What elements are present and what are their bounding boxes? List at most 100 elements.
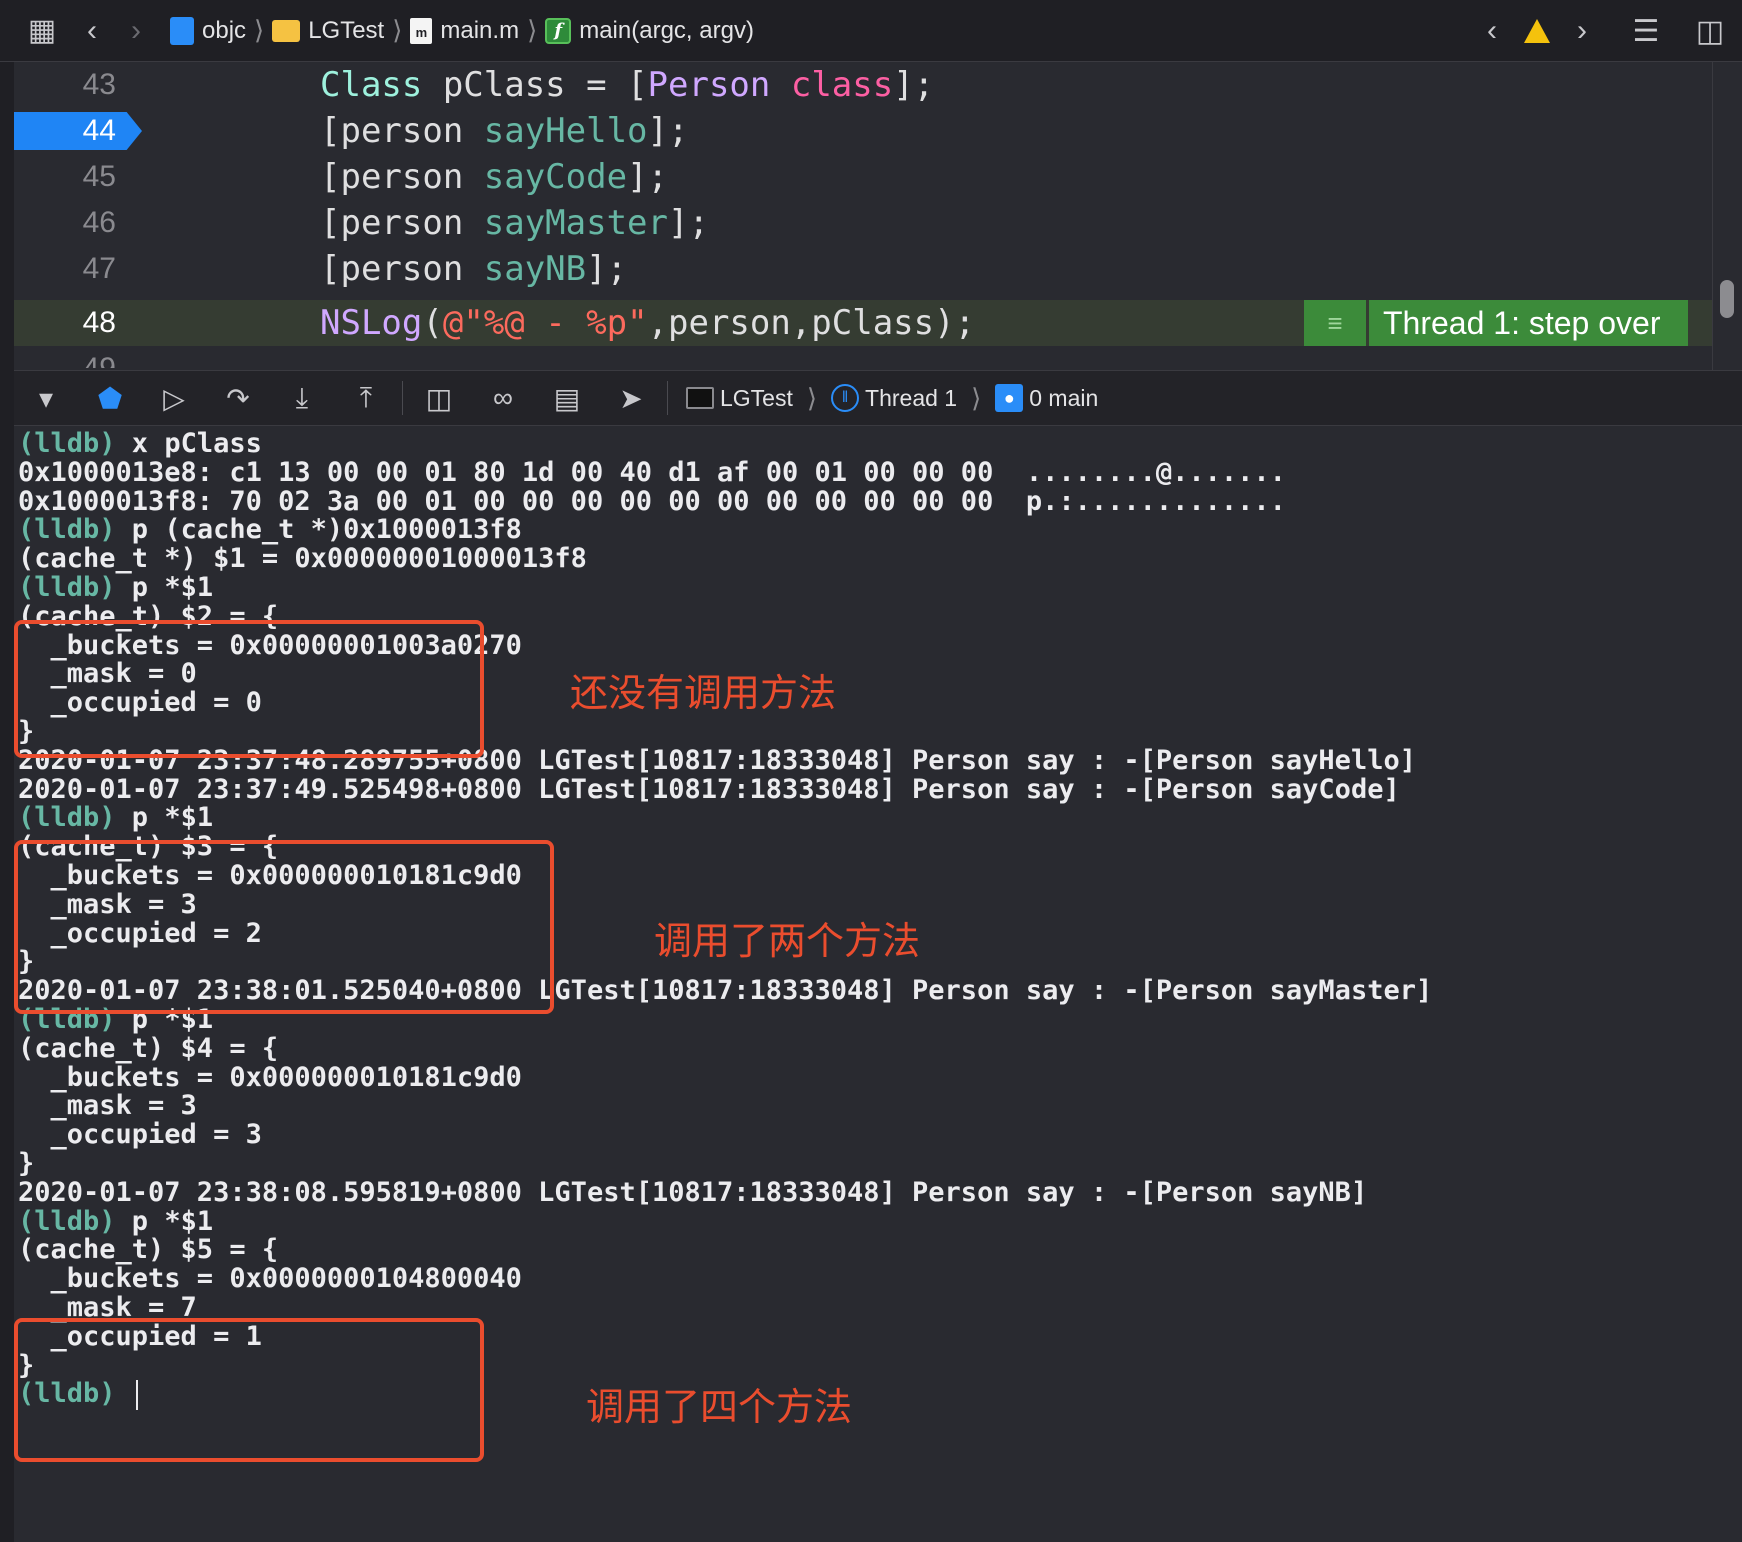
annotation-note: 调用了两个方法 (654, 919, 921, 963)
console-output-line: } (18, 1148, 34, 1180)
divider (667, 381, 668, 415)
breadcrumb-file-label: main.m (440, 16, 520, 44)
code-token: ]; (668, 203, 709, 243)
console-command-line: (lldb) p (cache_t *)0x1000013f8 (18, 514, 522, 546)
line-number[interactable]: 45 (14, 154, 116, 200)
debug-bar: ▾ ⬟ ▷ ↷ ⤓ ⤒ ◫ ∞ ▤ ➤ LGTest ⟩ ‖ Thread 1 … (14, 370, 1742, 426)
code-line: 46 [person sayMaster]; (14, 200, 1712, 246)
code-token: Class (320, 65, 423, 105)
debug-path-frame[interactable]: 0 main (1029, 385, 1098, 412)
view-hierarchy-icon[interactable]: ◫ (407, 370, 471, 426)
console-output-line: _occupied = 3 (18, 1119, 262, 1151)
debug-path-thread[interactable]: Thread 1 (865, 385, 957, 412)
editor-scrollbar-track[interactable] (1712, 62, 1742, 370)
console-output-line: _buckets = 0x0000000104800040 (18, 1263, 522, 1295)
environment-overrides-icon[interactable]: ▤ (535, 370, 599, 426)
next-issue-icon[interactable]: › (1560, 9, 1604, 53)
code-text: Class pClass = [Person class]; (320, 62, 934, 108)
thread-menu-icon[interactable]: ≡ (1304, 300, 1366, 346)
console-text: 2020-01-07 23:37:49.525498+0800 LGTest[1… (18, 774, 1400, 805)
code-token: [person (320, 111, 484, 151)
continue-icon[interactable]: ▷ (142, 370, 206, 426)
code-token: sayNB (483, 249, 587, 289)
thread-icon: ‖ (831, 384, 860, 412)
code-text: [person sayCode]; (320, 154, 668, 200)
source-editor[interactable]: 43 Class pClass = [Person class]; 44 [pe… (14, 62, 1712, 368)
console-output-line: (cache_t) $5 = { (18, 1234, 278, 1266)
console-command-line: (lldb) x pClass (18, 428, 262, 460)
console-output-line: 2020-01-07 23:38:08.595819+0800 LGTest[1… (18, 1177, 1367, 1209)
console-text: x pClass (115, 428, 262, 459)
debug-path: LGTest ⟩ ‖ Thread 1 ⟩ ● 0 main (686, 383, 1098, 414)
console-text: _occupied = 3 (18, 1119, 262, 1150)
breadcrumb-project[interactable]: objc (170, 16, 246, 45)
stack-frame-icon: ● (995, 384, 1024, 412)
console-text: _buckets = 0x0000000104800040 (18, 1263, 522, 1294)
lldb-console[interactable]: (lldb) } _occupied = 1 _mask = 7 _bucket… (14, 428, 1712, 1542)
line-number[interactable]: 48 (14, 300, 116, 346)
thread-indicator-label: Thread 1: step over (1369, 300, 1689, 346)
memory-graph-icon[interactable]: ∞ (471, 370, 535, 426)
simulate-location-icon[interactable]: ➤ (599, 370, 663, 426)
console-text: } (18, 1148, 35, 1179)
line-number[interactable]: 49 (14, 346, 116, 368)
lldb-prompt: (lldb) (18, 572, 116, 603)
code-line: 49 (14, 346, 1712, 368)
console-output-line: 0x1000013e8: c1 13 00 00 01 80 1d 00 40 … (18, 457, 1286, 489)
breadcrumb-group-label: LGTest (308, 16, 385, 44)
breakpoints-toggle-icon[interactable]: ⬟ (78, 370, 142, 426)
forward-chevron-icon[interactable]: › (114, 9, 158, 53)
console-command-line: (lldb) p *$1 (18, 802, 213, 834)
breadcrumb-group[interactable]: LGTest (272, 17, 384, 45)
code-token: ,person,pClass); (647, 303, 976, 343)
annotation-note: 还没有调用方法 (570, 671, 837, 715)
step-into-icon[interactable]: ⤓ (270, 370, 334, 426)
code-token: pClass = [ (422, 65, 648, 105)
back-chevron-icon[interactable]: ‹ (70, 9, 114, 53)
breadcrumb-separator-icon: ⟩ (254, 15, 265, 45)
jump-bar: ▦ ‹ › objc ⟩ LGTest ⟩ m main.m ⟩ f main(… (0, 0, 1742, 62)
annotation-box (14, 620, 484, 758)
editor-options-icon[interactable]: ☰ (1624, 9, 1668, 53)
process-icon (686, 387, 714, 409)
code-token: @"%@ - %p" (442, 303, 648, 343)
console-command-line: (lldb) p *$1 (18, 1206, 213, 1238)
lldb-prompt: (lldb) (18, 1206, 116, 1237)
console-output-line: _mask = 3 (18, 1090, 197, 1122)
code-token: ]; (586, 249, 628, 289)
lldb-prompt: (lldb) (18, 802, 116, 833)
previous-issue-icon[interactable]: ‹ (1470, 9, 1514, 53)
add-editor-icon[interactable]: ◫ (1688, 9, 1732, 53)
code-token: class (790, 65, 894, 105)
line-number[interactable]: 44 (14, 108, 116, 154)
debug-path-process[interactable]: LGTest (720, 385, 793, 412)
warning-icon[interactable] (1524, 19, 1550, 43)
console-output-line: 2020-01-07 23:37:49.525498+0800 LGTest[1… (18, 774, 1400, 806)
objc-file-icon: m (410, 17, 433, 44)
annotation-box (14, 1318, 484, 1462)
console-output-line: (cache_t) $4 = { (18, 1033, 278, 1065)
code-token: [person (320, 249, 484, 289)
editor-scrollbar-thumb[interactable] (1720, 280, 1734, 318)
console-text: _buckets = 0x000000010181c9d0 (18, 1062, 522, 1093)
related-items-icon[interactable]: ▦ (20, 9, 64, 53)
code-text: [person sayMaster]; (320, 200, 709, 246)
folder-icon (272, 19, 301, 42)
divider (402, 381, 403, 415)
hide-debug-area-icon[interactable]: ▾ (14, 370, 78, 426)
breadcrumb-symbol[interactable]: f main(argc, argv) (545, 17, 754, 45)
console-text: 2020-01-07 23:38:08.595819+0800 LGTest[1… (18, 1177, 1368, 1208)
code-token: Person (647, 65, 771, 105)
code-token: sayMaster (483, 203, 668, 243)
thread-indicator[interactable]: ≡ Thread 1: step over (1304, 300, 1689, 346)
function-icon: f (545, 17, 572, 44)
line-number[interactable]: 47 (14, 246, 116, 292)
breadcrumb-file[interactable]: m main.m (410, 17, 519, 45)
step-out-icon[interactable]: ⤒ (334, 370, 398, 426)
annotation-box (14, 840, 554, 1014)
step-over-icon[interactable]: ↷ (206, 370, 270, 426)
line-number[interactable]: 46 (14, 200, 116, 246)
line-number[interactable]: 43 (14, 62, 116, 108)
console-text: p *$1 (115, 802, 214, 833)
code-token: [person (320, 203, 484, 243)
